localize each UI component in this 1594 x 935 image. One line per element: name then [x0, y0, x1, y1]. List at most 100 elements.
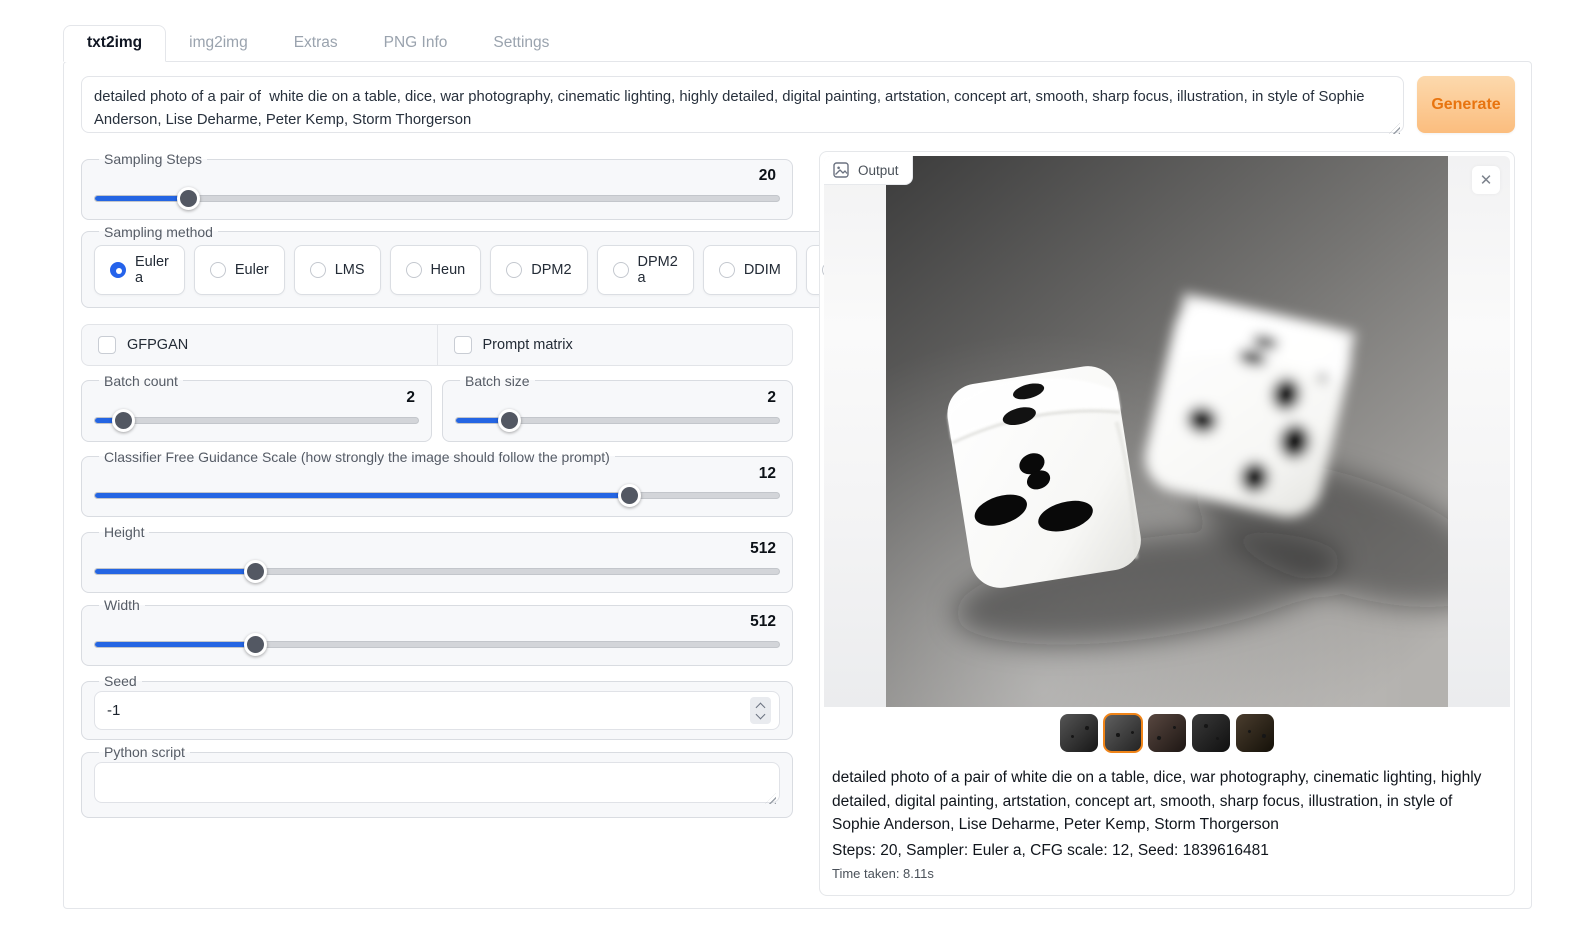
gallery-thumbnail-5[interactable]	[1236, 714, 1274, 752]
batch-size-value: 2	[455, 389, 776, 407]
batch-size-label: Batch size	[460, 373, 535, 389]
height-group: Height 512	[81, 524, 793, 593]
image-icon	[833, 162, 849, 178]
sampler-option-dpm2-a[interactable]: DPM2 a	[597, 245, 694, 295]
width-label: Width	[99, 597, 145, 613]
gallery-thumbnails	[824, 707, 1510, 756]
thumbnail-die	[1124, 724, 1140, 740]
radio-icon	[310, 262, 326, 278]
thumbnail-die	[1065, 729, 1080, 744]
thumbnail-die	[1080, 721, 1095, 736]
output-prompt-text: detailed photo of a pair of white die on…	[832, 766, 1502, 837]
prompt-matrix-label: Prompt matrix	[483, 337, 573, 353]
options-checkbox-row: GFPGAN Prompt matrix	[81, 324, 793, 366]
generate-button[interactable]: Generate	[1417, 76, 1515, 133]
gfpgan-checkbox[interactable]	[98, 336, 116, 354]
prompt-matrix-checkbox[interactable]	[454, 336, 472, 354]
sampler-option-dpm2[interactable]: DPM2	[490, 245, 587, 295]
gallery-thumbnail-3[interactable]	[1148, 714, 1186, 752]
sampler-option-label: DPM2 a	[638, 254, 678, 286]
cfg-scale-label: Classifier Free Guidance Scale (how stro…	[99, 449, 615, 465]
batch-size-group: Batch size 2	[442, 373, 793, 442]
seed-group: Seed	[81, 673, 793, 740]
gfpgan-option[interactable]: GFPGAN	[82, 325, 437, 365]
sampler-options: Euler aEulerLMSHeunDPM2DPM2 aDDIMPLMS	[94, 245, 902, 295]
cfg-scale-value: 12	[94, 465, 776, 483]
thumbnail-die	[1110, 727, 1126, 743]
height-label: Height	[99, 524, 149, 540]
radio-icon	[719, 262, 735, 278]
batch-count-slider[interactable]	[94, 408, 419, 432]
cfg-scale-group: Classifier Free Guidance Scale (how stro…	[81, 449, 793, 518]
python-script-input[interactable]	[94, 762, 780, 803]
sampling-steps-label: Sampling Steps	[99, 151, 207, 167]
output-params-text: Steps: 20, Sampler: Euler a, CFG scale: …	[832, 839, 1502, 863]
seed-input[interactable]	[94, 691, 780, 730]
sampler-option-label: LMS	[335, 262, 365, 278]
width-group: Width 512	[81, 597, 793, 666]
prompt-input[interactable]: detailed photo of a pair of white die on…	[81, 76, 1404, 133]
seed-label: Seed	[99, 673, 142, 689]
spinner-down-icon[interactable]	[756, 709, 766, 719]
tab-extras[interactable]: Extras	[271, 26, 361, 61]
radio-icon	[506, 262, 522, 278]
batch-count-value: 2	[94, 389, 415, 407]
width-value: 512	[94, 613, 776, 631]
tab-png-info[interactable]: PNG Info	[361, 26, 471, 61]
sampler-option-heun[interactable]: Heun	[390, 245, 482, 295]
tab-txt2img[interactable]: txt2img	[63, 25, 166, 62]
height-slider[interactable]	[94, 559, 780, 583]
thumbnail-die	[1209, 730, 1226, 747]
radio-icon	[613, 262, 629, 278]
gallery-thumbnail-2[interactable]	[1104, 714, 1142, 752]
sampler-option-euler-a[interactable]: Euler a	[94, 245, 185, 295]
slider-handle[interactable]	[244, 633, 267, 656]
sampler-option-lms[interactable]: LMS	[294, 245, 381, 295]
app-window: txt2img img2img Extras PNG Info Settings…	[63, 25, 1532, 909]
sampler-option-label: DPM2	[531, 262, 571, 278]
slider-handle[interactable]	[244, 560, 267, 583]
generated-image[interactable]	[886, 156, 1448, 707]
thumbnail-die	[1257, 729, 1271, 743]
output-image-area: Output ✕	[824, 156, 1510, 707]
output-time-text: Time taken: 8.11s	[832, 866, 1502, 881]
batch-count-group: Batch count 2	[81, 373, 432, 442]
thumbnail-die	[1167, 720, 1183, 736]
cfg-scale-slider[interactable]	[94, 483, 780, 507]
output-label-chip: Output	[824, 156, 913, 185]
radio-icon	[110, 262, 126, 278]
sampler-option-label: DDIM	[744, 262, 781, 278]
batch-count-label: Batch count	[99, 373, 183, 389]
sampler-option-ddim[interactable]: DDIM	[703, 245, 797, 295]
sampling-steps-slider[interactable]	[94, 186, 780, 210]
slider-handle[interactable]	[498, 409, 521, 432]
close-button[interactable]: ✕	[1472, 166, 1500, 194]
gfpgan-label: GFPGAN	[127, 337, 188, 353]
sampling-method-label: Sampling method	[99, 224, 218, 240]
slider-handle[interactable]	[177, 187, 200, 210]
thumbnail-die	[1151, 730, 1167, 746]
output-column: Output ✕	[819, 151, 1515, 896]
sampler-option-label: Heun	[431, 262, 466, 278]
tab-settings[interactable]: Settings	[470, 26, 572, 61]
sampler-option-euler[interactable]: Euler	[194, 245, 285, 295]
radio-icon	[210, 262, 226, 278]
width-slider[interactable]	[94, 632, 780, 656]
gallery-thumbnail-4[interactable]	[1192, 714, 1230, 752]
number-spinner[interactable]	[750, 697, 771, 724]
python-script-label: Python script	[99, 744, 190, 760]
prompt-row: detailed photo of a pair of white die on…	[81, 76, 1515, 138]
gallery-thumbnail-1[interactable]	[1060, 714, 1098, 752]
radio-icon	[406, 262, 422, 278]
tab-img2img[interactable]: img2img	[166, 26, 271, 61]
batch-size-slider[interactable]	[455, 408, 780, 432]
sampling-steps-value: 20	[94, 167, 776, 185]
prompt-matrix-option[interactable]: Prompt matrix	[437, 325, 793, 365]
slider-handle[interactable]	[112, 409, 135, 432]
sampling-method-group: Sampling method Euler a Euler LMS Heun DPM2 D…	[81, 224, 915, 308]
close-icon: ✕	[1480, 171, 1493, 189]
txt2img-panel: detailed photo of a pair of white die on…	[63, 61, 1532, 909]
output-info: detailed photo of a pair of white die on…	[824, 756, 1510, 895]
sampler-option-label: Euler a	[135, 254, 169, 286]
slider-handle[interactable]	[618, 484, 641, 507]
